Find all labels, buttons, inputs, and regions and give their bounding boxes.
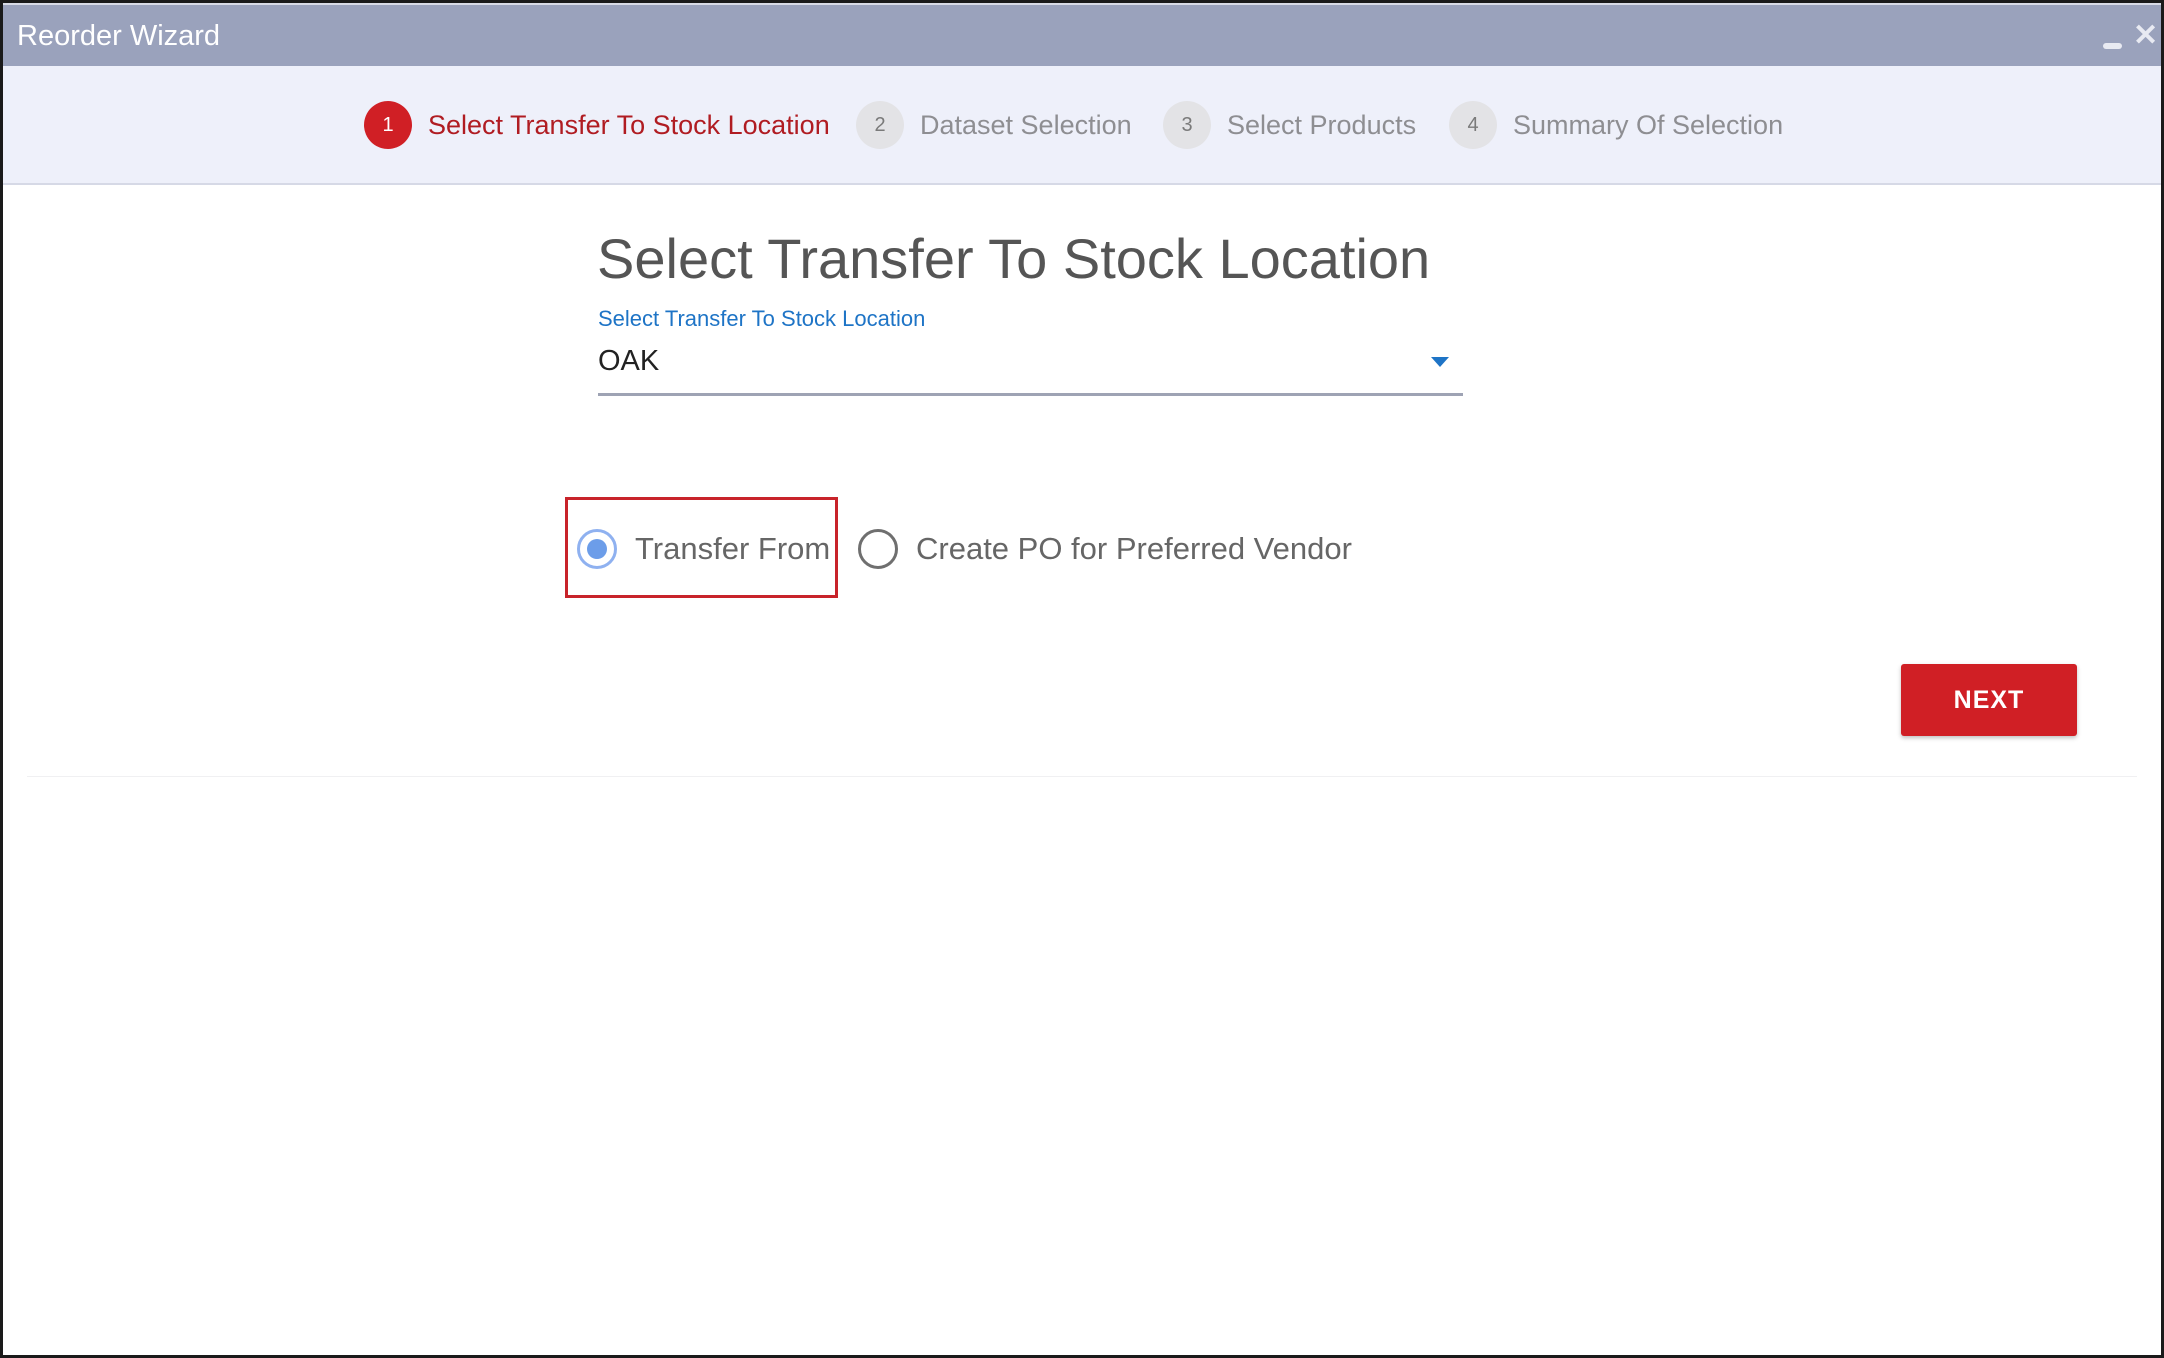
step-number-badge: 4 bbox=[1449, 101, 1497, 149]
transfer-from-option[interactable]: Transfer From bbox=[577, 526, 830, 572]
step-select-location[interactable]: 1 Select Transfer To Stock Location bbox=[364, 101, 830, 149]
window-title: Reorder Wizard bbox=[17, 20, 221, 52]
content-divider bbox=[27, 776, 2137, 777]
transfer-from-radio[interactable] bbox=[577, 529, 617, 569]
stock-location-value: OAK bbox=[598, 345, 660, 377]
title-bar: Reorder Wizard ✕ bbox=[3, 3, 2161, 66]
create-po-radio[interactable] bbox=[858, 529, 898, 569]
transfer-from-label: Transfer From bbox=[635, 531, 831, 566]
dropdown-caret-icon[interactable] bbox=[1431, 357, 1449, 367]
wizard-stepper: 1 Select Transfer To Stock Location 2 Da… bbox=[3, 66, 2161, 185]
step-label: Summary Of Selection bbox=[1513, 109, 1784, 140]
create-po-option[interactable]: Create PO for Preferred Vendor bbox=[858, 526, 1352, 572]
page-title: Select Transfer To Stock Location bbox=[597, 227, 1431, 290]
step-number-badge: 3 bbox=[1163, 101, 1211, 149]
close-icon[interactable]: ✕ bbox=[2133, 21, 2158, 51]
minimize-icon[interactable] bbox=[2101, 23, 2123, 49]
step-dataset-selection[interactable]: 2 Dataset Selection bbox=[856, 101, 1132, 149]
stock-location-select[interactable]: OAK bbox=[598, 341, 1463, 396]
step-number-badge: 1 bbox=[364, 101, 412, 149]
location-select-label: Select Transfer To Stock Location bbox=[598, 306, 926, 331]
step-number-badge: 2 bbox=[856, 101, 904, 149]
step-label: Select Transfer To Stock Location bbox=[428, 109, 830, 140]
step-select-products[interactable]: 3 Select Products bbox=[1163, 101, 1416, 149]
step-summary-of-selection[interactable]: 4 Summary Of Selection bbox=[1449, 101, 1783, 149]
step-label: Dataset Selection bbox=[920, 109, 1132, 140]
step-label: Select Products bbox=[1227, 109, 1417, 140]
reorder-wizard-window: Reorder Wizard ✕ 1 Select Transfer To St… bbox=[0, 0, 2164, 1358]
create-po-label: Create PO for Preferred Vendor bbox=[916, 531, 1352, 566]
next-button[interactable]: NEXT bbox=[1901, 664, 2077, 736]
